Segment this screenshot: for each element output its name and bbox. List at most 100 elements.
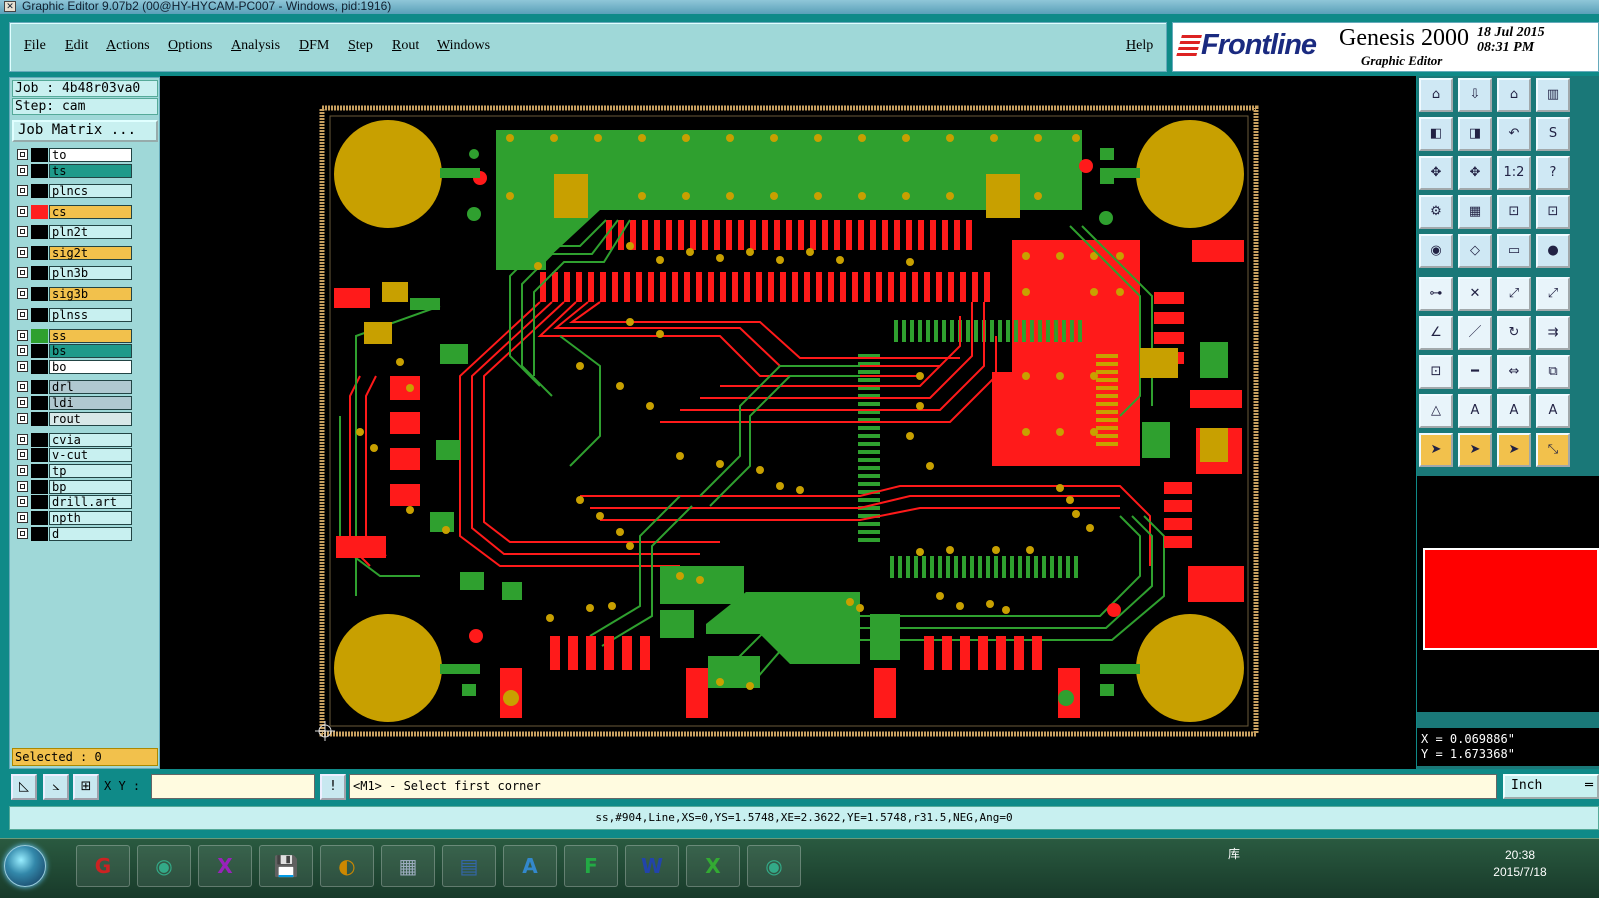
close-icon[interactable]: ✕ bbox=[4, 1, 16, 12]
menu-rout[interactable]: Rout bbox=[392, 38, 419, 54]
zoom-home-icon[interactable]: ⇩ bbox=[1458, 78, 1492, 112]
layer-compare-icon[interactable]: ⊡ bbox=[1497, 195, 1531, 229]
layer-name[interactable]: pln3b bbox=[49, 266, 132, 280]
taskbar-app-1[interactable]: ◉ bbox=[137, 845, 191, 887]
layer-checkbox[interactable] bbox=[17, 309, 28, 320]
layer-checkbox[interactable] bbox=[17, 330, 28, 341]
layer-checkbox[interactable] bbox=[17, 434, 28, 445]
overview-map[interactable] bbox=[1417, 476, 1599, 712]
move-icon[interactable]: ⇔ bbox=[1497, 355, 1531, 389]
layer-color-swatch[interactable] bbox=[31, 184, 48, 198]
menu-edit[interactable]: Edit bbox=[65, 38, 88, 54]
layer-checkbox[interactable] bbox=[17, 481, 28, 492]
taskbar-app-8[interactable]: F bbox=[564, 845, 618, 887]
grid-icon[interactable]: ▦ bbox=[1458, 195, 1492, 229]
taskbar-app-3[interactable]: 💾 bbox=[259, 845, 313, 887]
layer-row-bo[interactable]: bo bbox=[16, 360, 132, 374]
layer-row-drl[interactable]: drl bbox=[16, 380, 132, 394]
layer-name[interactable]: ldi bbox=[49, 396, 132, 410]
taskbar-app-4[interactable]: ◐ bbox=[320, 845, 374, 887]
layer-row-drill.art[interactable]: drill.art bbox=[16, 495, 132, 509]
layer-color-swatch[interactable] bbox=[31, 287, 48, 301]
layer-checkbox[interactable] bbox=[17, 465, 28, 476]
layer-checkbox[interactable] bbox=[17, 288, 28, 299]
layer-color-swatch[interactable] bbox=[31, 360, 48, 374]
layer-name[interactable]: sig3b bbox=[49, 287, 132, 301]
layer-checkbox[interactable] bbox=[17, 206, 28, 217]
select-net-icon[interactable]: ⤡ bbox=[1536, 433, 1570, 467]
layer-name[interactable]: npth bbox=[49, 511, 132, 525]
layer-checkbox[interactable] bbox=[17, 449, 28, 460]
text-a2-icon[interactable]: A bbox=[1536, 394, 1570, 428]
layer-row-plnss[interactable]: plnss bbox=[16, 308, 132, 322]
layer-name[interactable]: ss bbox=[49, 329, 132, 343]
pointer-icon[interactable]: ➤ bbox=[1419, 433, 1453, 467]
menu-dfm[interactable]: DFM bbox=[299, 38, 329, 54]
line-mode-icon[interactable]: ◺ bbox=[11, 774, 37, 800]
overview-viewport[interactable] bbox=[1423, 548, 1599, 650]
layer-name[interactable]: v-cut bbox=[49, 448, 132, 462]
layer-color-swatch[interactable] bbox=[31, 380, 48, 394]
text-a-icon[interactable]: A bbox=[1458, 394, 1492, 428]
menu-step[interactable]: Step bbox=[348, 38, 373, 54]
layer-row-bp[interactable]: bp bbox=[16, 480, 132, 494]
layer-checkbox[interactable] bbox=[17, 247, 28, 258]
layer-row-sig2t[interactable]: sig2t bbox=[16, 246, 132, 260]
tray-label[interactable]: 库 bbox=[1228, 847, 1240, 861]
taskbar-app-6[interactable]: ▤ bbox=[442, 845, 496, 887]
layer-name[interactable]: rout bbox=[49, 412, 132, 426]
units-select[interactable]: Inch ═ bbox=[1503, 774, 1599, 799]
layer-color-swatch[interactable] bbox=[31, 148, 48, 162]
layer-color-swatch[interactable] bbox=[31, 464, 48, 478]
layer-color-swatch[interactable] bbox=[31, 344, 48, 358]
feature-icon[interactable]: ⇉ bbox=[1536, 316, 1570, 350]
split-view-icon[interactable]: ▥ bbox=[1536, 78, 1570, 112]
layer-row-pln3b[interactable]: pln3b bbox=[16, 266, 132, 280]
layer-pair-icon[interactable]: ⊡ bbox=[1536, 195, 1570, 229]
taskbar-app-11[interactable]: ◉ bbox=[747, 845, 801, 887]
minus-icon[interactable]: ━ bbox=[1458, 355, 1492, 389]
layer-color-swatch[interactable] bbox=[31, 480, 48, 494]
triangle-icon[interactable]: △ bbox=[1419, 394, 1453, 428]
menu-options[interactable]: Options bbox=[168, 38, 212, 54]
layer-color-swatch[interactable] bbox=[31, 225, 48, 239]
menu-file[interactable]: File bbox=[24, 38, 46, 54]
layer-checkbox[interactable] bbox=[17, 185, 28, 196]
layer-row-rout[interactable]: rout bbox=[16, 412, 132, 426]
layer-row-to[interactable]: to bbox=[16, 148, 132, 162]
layer-name[interactable]: sig2t bbox=[49, 246, 132, 260]
select-box-icon[interactable]: ➤ bbox=[1497, 433, 1531, 467]
layer-checkbox[interactable] bbox=[17, 345, 28, 356]
layer-checkbox[interactable] bbox=[17, 496, 28, 507]
snap-icon[interactable]: S bbox=[1536, 117, 1570, 151]
layer-name[interactable]: drill.art bbox=[49, 495, 132, 509]
taskbar-app-2[interactable]: X bbox=[198, 845, 252, 887]
layer-row-bs[interactable]: bs bbox=[16, 344, 132, 358]
select-icon[interactable]: ➤ bbox=[1458, 433, 1492, 467]
angle-mode-icon[interactable]: ⦣ bbox=[43, 774, 69, 800]
layer-row-ts[interactable]: ts bbox=[16, 164, 132, 178]
taskbar-app-7[interactable]: A bbox=[503, 845, 557, 887]
zoom-fit-icon[interactable]: ✥ bbox=[1419, 156, 1453, 190]
line-add-icon[interactable]: ⤢ bbox=[1536, 277, 1570, 311]
layer-row-plncs[interactable]: plncs bbox=[16, 184, 132, 198]
layer-checkbox[interactable] bbox=[17, 361, 28, 372]
taskbar-clock[interactable]: 20:38 2015/7/18 bbox=[1480, 847, 1560, 881]
menu-actions[interactable]: Actions bbox=[106, 38, 150, 54]
line-edit-icon[interactable]: ／ bbox=[1458, 316, 1492, 350]
menu-analysis[interactable]: Analysis bbox=[231, 38, 280, 54]
measure-icon[interactable]: ◇ bbox=[1458, 234, 1492, 268]
layer-name[interactable]: plncs bbox=[49, 184, 132, 198]
taskbar-app-0[interactable]: G bbox=[76, 845, 130, 887]
angle-icon[interactable]: ∠ bbox=[1419, 316, 1453, 350]
pan-left-icon[interactable]: ◧ bbox=[1419, 117, 1453, 151]
layer-color-swatch[interactable] bbox=[31, 329, 48, 343]
layer-color-swatch[interactable] bbox=[31, 527, 48, 541]
layer-color-swatch[interactable] bbox=[31, 266, 48, 280]
arc-icon[interactable]: ↻ bbox=[1497, 316, 1531, 350]
scale-1to1-icon[interactable]: 1:2 bbox=[1497, 156, 1531, 190]
redraw-icon[interactable]: ⌂ bbox=[1497, 78, 1531, 112]
layer-row-npth[interactable]: npth bbox=[16, 511, 132, 525]
layer-color-swatch[interactable] bbox=[31, 164, 48, 178]
layer-row-cs[interactable]: cs bbox=[16, 205, 132, 219]
